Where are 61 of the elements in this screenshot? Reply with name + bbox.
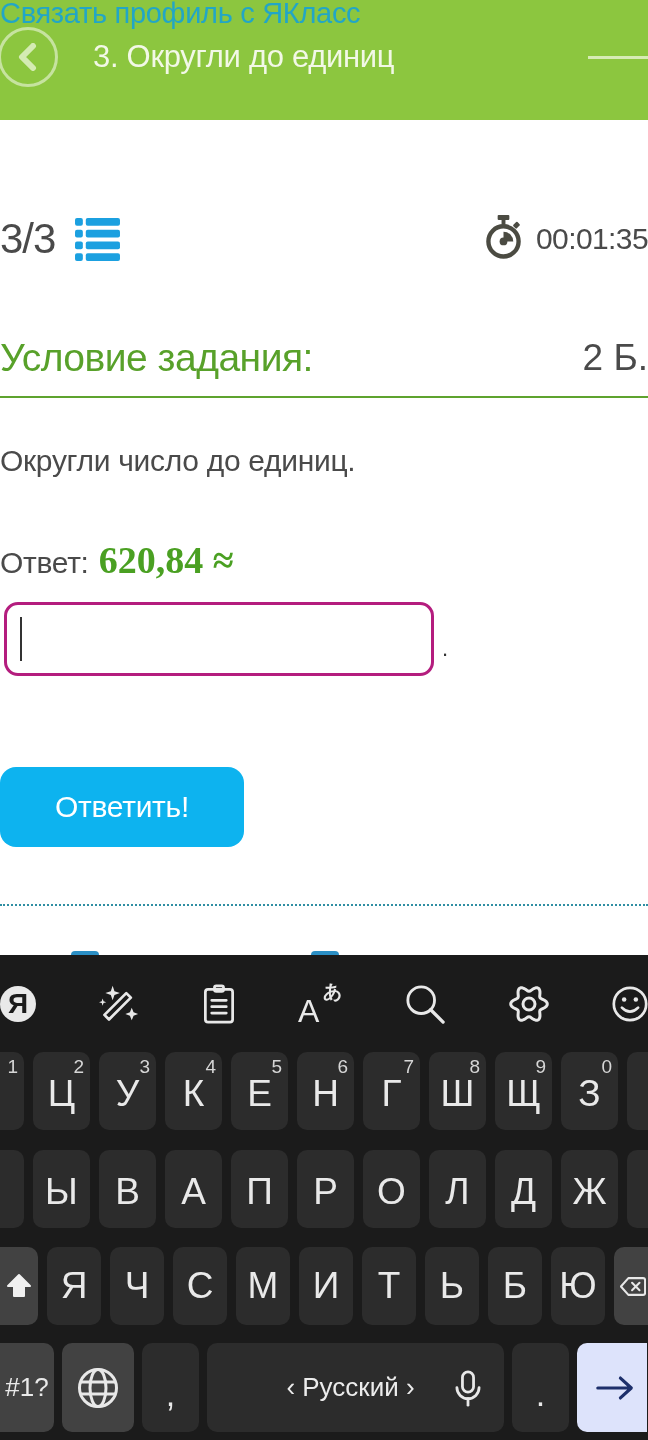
keyboard-key[interactable]: Д: [495, 1150, 552, 1228]
keyboard-key[interactable]: Г 7: [363, 1052, 420, 1130]
keyboard-key[interactable]: Б: [488, 1247, 542, 1325]
keyboard-key[interactable]: У 3: [99, 1052, 156, 1130]
keyboard-key[interactable]: Л: [429, 1150, 486, 1228]
keyboard-key[interactable]: И: [299, 1247, 353, 1325]
magic-wand-icon[interactable]: [99, 983, 140, 1024]
keyboard-key[interactable]: К 4: [165, 1052, 222, 1130]
microphone-icon: [454, 1370, 482, 1407]
space-key[interactable]: ‹ Русский ›: [207, 1343, 504, 1432]
answer-label: Ответ:: [0, 546, 89, 580]
keyboard-key[interactable]: Щ 9: [495, 1052, 552, 1130]
list-icon[interactable]: [75, 217, 121, 261]
period-text: .: [442, 636, 449, 662]
backspace-key[interactable]: [614, 1247, 648, 1325]
language-key[interactable]: [62, 1343, 134, 1432]
settings-icon[interactable]: [508, 983, 549, 1024]
emoji-icon[interactable]: [611, 985, 648, 1022]
arrow-right-icon: [596, 1374, 634, 1401]
keyboard-key[interactable]: Ь: [425, 1247, 479, 1325]
task-instruction: Округли число до единиц.: [0, 444, 357, 478]
enter-key[interactable]: [577, 1343, 647, 1432]
keyboard-key[interactable]: С: [173, 1247, 227, 1325]
stopwatch-icon: [485, 214, 522, 260]
keyboard-key[interactable]: Н 6: [297, 1052, 354, 1130]
shift-icon: [6, 1273, 32, 1299]
chevron-left-icon: [16, 43, 37, 71]
keyboard-key[interactable]: Т: [362, 1247, 416, 1325]
keyboard-key[interactable]: З 0: [561, 1052, 618, 1130]
keyboard-key[interactable]: 1: [0, 1052, 24, 1130]
keyboard-key[interactable]: ,: [142, 1343, 199, 1432]
keyboard-key[interactable]: Я: [47, 1247, 101, 1325]
symbols-key[interactable]: #1?: [0, 1343, 54, 1432]
keyboard-key[interactable]: Ц 2: [33, 1052, 90, 1130]
clipboard-icon[interactable]: [202, 983, 235, 1024]
keyboard-key[interactable]: А: [165, 1150, 222, 1228]
keyboard-key[interactable]: Р: [297, 1150, 354, 1228]
math-expression: 620,84 ≈: [98, 538, 234, 582]
question-counter: 3/3: [0, 214, 56, 264]
keyboard-key[interactable]: В: [99, 1150, 156, 1228]
keyboard-key[interactable]: Е 5: [231, 1052, 288, 1130]
globe-icon: [77, 1366, 119, 1409]
keyboard-key[interactable]: Ю: [551, 1247, 605, 1325]
keyboard-key[interactable]: Ш 8: [429, 1052, 486, 1130]
keyboard-key[interactable]: Ы: [33, 1150, 90, 1228]
timer: 00:01:35: [536, 222, 648, 256]
answer-field[interactable]: [4, 602, 434, 676]
shift-key[interactable]: [0, 1247, 38, 1325]
points-label: 2 Б.: [582, 337, 648, 379]
keyboard-logo[interactable]: Я: [0, 985, 36, 1022]
task-heading: Условие задания:: [0, 336, 313, 380]
backspace-icon: [620, 1275, 646, 1297]
text-cursor: [20, 617, 22, 661]
keyboard-key[interactable]: Ж: [561, 1150, 618, 1228]
search-icon[interactable]: [405, 983, 446, 1024]
keyboard-key[interactable]: М: [236, 1247, 290, 1325]
keyboard-key[interactable]: О: [363, 1150, 420, 1228]
keyboard-key[interactable]: П: [231, 1150, 288, 1228]
keyboard-key[interactable]: .: [512, 1343, 569, 1432]
keyboard-key[interactable]: Ч: [110, 1247, 164, 1325]
page-title: 3. Округли до единиц: [93, 39, 395, 75]
